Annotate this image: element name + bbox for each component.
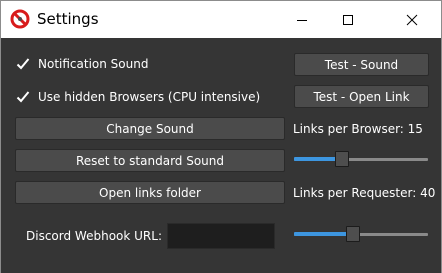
test-open-link-button[interactable]: Test - Open Link xyxy=(294,85,429,108)
slider-thumb[interactable] xyxy=(335,151,349,167)
open-links-folder-button[interactable]: Open links folder xyxy=(15,181,285,204)
notification-sound-label: Notification Sound xyxy=(38,57,149,71)
title-bar[interactable]: Settings xyxy=(1,1,441,38)
discord-webhook-label: Discord Webhook URL: xyxy=(26,229,162,243)
reset-sound-button[interactable]: Reset to standard Sound xyxy=(15,149,285,172)
hidden-browsers-checkbox[interactable]: Use hidden Browsers (CPU intensive) xyxy=(15,88,260,106)
minimize-button[interactable] xyxy=(279,1,325,38)
links-per-browser-slider[interactable] xyxy=(294,151,428,167)
test-sound-button[interactable]: Test - Sound xyxy=(294,53,429,76)
notification-sound-checkbox[interactable]: Notification Sound xyxy=(15,55,148,73)
slider-thumb[interactable] xyxy=(346,226,360,242)
hidden-browsers-label: Use hidden Browsers (CPU intensive) xyxy=(38,90,261,104)
checkmark-icon xyxy=(15,89,31,105)
settings-window: Settings Notification Sound Use hidden B… xyxy=(0,0,442,273)
window-title: Settings xyxy=(37,10,99,28)
links-per-requester-label: Links per Requester: 40 xyxy=(293,186,436,200)
maximize-icon xyxy=(343,14,353,25)
discord-webhook-input[interactable] xyxy=(167,223,275,249)
checkmark-icon xyxy=(15,56,31,72)
close-icon xyxy=(406,14,418,25)
links-per-requester-slider[interactable] xyxy=(294,226,428,242)
change-sound-button[interactable]: Change Sound xyxy=(15,117,285,140)
minimize-icon xyxy=(297,19,307,21)
links-per-browser-label: Links per Browser: 15 xyxy=(293,122,423,136)
close-button[interactable] xyxy=(389,1,435,38)
app-icon xyxy=(10,9,30,29)
settings-panel: Notification Sound Use hidden Browsers (… xyxy=(1,38,441,273)
slider-fill xyxy=(294,232,353,236)
maximize-button[interactable] xyxy=(325,1,371,38)
